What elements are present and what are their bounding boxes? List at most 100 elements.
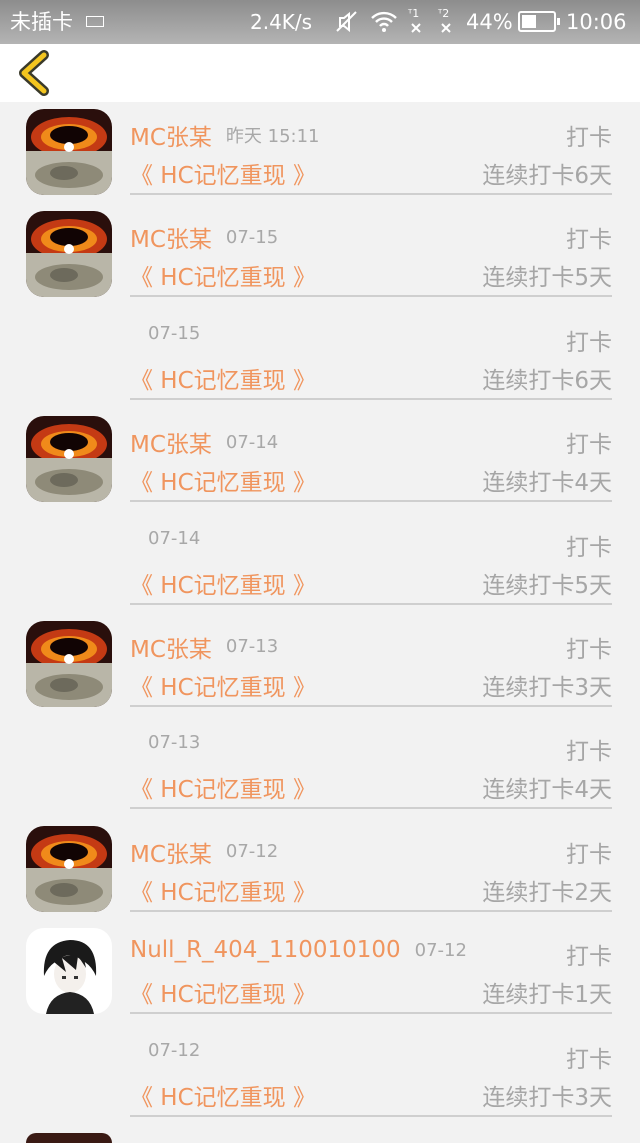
streak-label: 连续打卡6天 bbox=[482, 163, 612, 189]
list-item[interactable]: MC张某 昨天 15:11 打卡《 HC记忆重现 》 连续打卡6天 bbox=[0, 102, 640, 204]
divider bbox=[130, 1012, 612, 1015]
book-title[interactable]: 《 HC记忆重现 》 bbox=[130, 566, 316, 600]
divider bbox=[130, 1114, 612, 1117]
list-item[interactable]: 07-15 打卡《 HC记忆重现 》 连续打卡6天 bbox=[0, 307, 640, 409]
checkin-date: 07-15 bbox=[225, 226, 279, 248]
network-speed: 2.4K/s bbox=[250, 10, 313, 34]
streak-label: 连续打卡5天 bbox=[482, 265, 612, 292]
entry-meta: MC张某 昨天 15:11 bbox=[130, 118, 320, 151]
divider bbox=[130, 500, 612, 503]
entry-meta: MC张某 07-12 bbox=[130, 835, 279, 868]
entry-meta: MC张某 07-14 bbox=[130, 425, 279, 459]
chevron-left-icon bbox=[19, 50, 49, 96]
avatar[interactable] bbox=[26, 620, 112, 707]
entry-meta: 07-12 bbox=[148, 1040, 200, 1072]
list-item[interactable]: 07-12 打卡《 HC记忆重现 》 连续打卡3天 bbox=[0, 1024, 640, 1126]
streak-label: 连续打卡2天 bbox=[482, 879, 612, 906]
book-title[interactable]: 《 HC记忆重现 》 bbox=[130, 770, 316, 804]
checkin-action[interactable]: 打卡 bbox=[566, 425, 612, 459]
checkin-date: 07-13 bbox=[225, 636, 279, 658]
user-name[interactable]: MC张某 bbox=[130, 842, 212, 868]
battery-percent: 44% bbox=[466, 10, 513, 34]
status-bar: 未插卡 2.4K/s ᵀ1 ᵀ2 44% 10:06 bbox=[0, 0, 640, 44]
divider bbox=[130, 807, 612, 810]
list-item[interactable]: MC张某 07-12 打卡《 HC记忆重现 》 连续打卡2天 bbox=[0, 819, 640, 921]
book-title[interactable]: 《 HC记忆重现 》 bbox=[130, 361, 316, 395]
wifi-icon bbox=[370, 9, 398, 42]
book-title[interactable]: 《 HC记忆重现 》 bbox=[130, 258, 316, 292]
avatar[interactable] bbox=[26, 825, 112, 912]
divider bbox=[130, 397, 612, 400]
avatar[interactable] bbox=[26, 211, 112, 298]
avatar[interactable] bbox=[26, 416, 112, 503]
list-item[interactable]: 07-14 打卡《 HC记忆重现 》 连续打卡5天 bbox=[0, 512, 640, 614]
checkin-date: 07-15 bbox=[148, 322, 201, 344]
streak-label: 连续打卡5天 bbox=[482, 572, 612, 599]
avatar-image bbox=[26, 620, 112, 707]
checkin-action[interactable]: 打卡 bbox=[566, 528, 612, 562]
streak-label: 连续打卡4天 bbox=[482, 470, 612, 497]
user-name[interactable]: MC张某 bbox=[130, 227, 212, 253]
sim-card-icon bbox=[86, 16, 104, 27]
entry-meta: MC张某 07-15 bbox=[130, 220, 279, 254]
book-title[interactable]: 《 HC记忆重现 》 bbox=[130, 975, 316, 1009]
book-title[interactable]: 《 HC记忆重现 》 bbox=[130, 873, 316, 907]
nav-bar bbox=[0, 44, 640, 102]
battery-icon bbox=[518, 11, 560, 32]
avatar-image bbox=[26, 416, 112, 503]
streak-label: 连续打卡6天 bbox=[482, 367, 612, 394]
signal-1-icon: ᵀ1 bbox=[406, 6, 430, 45]
divider bbox=[130, 193, 612, 195]
checkin-action[interactable]: 打卡 bbox=[566, 118, 612, 152]
battery-level bbox=[522, 15, 537, 28]
avatar[interactable] bbox=[26, 928, 112, 1015]
book-title[interactable]: 《 HC记忆重现 》 bbox=[130, 463, 316, 497]
mute-icon bbox=[334, 9, 360, 42]
svg-text:ᵀ1: ᵀ1 bbox=[407, 7, 419, 20]
divider bbox=[130, 704, 612, 707]
checkin-date: 07-12 bbox=[414, 939, 467, 961]
streak-label: 连续打卡3天 bbox=[482, 674, 612, 701]
checkin-date: 07-12 bbox=[148, 1039, 201, 1061]
book-title[interactable]: 《 HC记忆重现 》 bbox=[130, 1078, 316, 1112]
clock: 10:06 bbox=[566, 10, 627, 34]
checkin-action[interactable]: 打卡 bbox=[566, 630, 612, 664]
user-name[interactable]: MC张某 bbox=[130, 637, 212, 663]
avatar-image bbox=[26, 211, 112, 298]
entry-meta: 07-14 bbox=[148, 528, 200, 560]
user-name[interactable]: Null_R_404_110010100 bbox=[130, 937, 401, 963]
checkin-action[interactable]: 打卡 bbox=[566, 835, 612, 869]
checkin-date: 07-14 bbox=[225, 431, 279, 453]
streak-label: 连续打卡3天 bbox=[482, 1084, 612, 1111]
checkin-date: 07-13 bbox=[148, 732, 201, 754]
streak-label: 连续打卡1天 bbox=[482, 982, 612, 1009]
divider bbox=[130, 909, 612, 912]
entry-meta: Null_R_404_110010100 07-12 bbox=[130, 937, 467, 969]
list-item[interactable]: Null_R_404_110010100 07-12 打卡《 HC记忆重现 》 连续打… bbox=[0, 921, 640, 1023]
signal-2-icon: ᵀ2 bbox=[436, 6, 460, 45]
checkin-action[interactable]: 打卡 bbox=[566, 323, 612, 357]
checkin-action[interactable]: 打卡 bbox=[566, 1040, 612, 1074]
checkin-date: 昨天 15:11 bbox=[225, 126, 320, 147]
checkin-action[interactable]: 打卡 bbox=[566, 732, 612, 766]
user-name[interactable]: MC张某 bbox=[130, 125, 212, 151]
divider bbox=[130, 295, 612, 298]
back-button[interactable] bbox=[14, 50, 58, 96]
list-item[interactable]: MC张某 07-13 打卡《 HC记忆重现 》 连续打卡3天 bbox=[0, 614, 640, 716]
user-name[interactable]: MC张某 bbox=[130, 432, 212, 458]
checkin-date: 07-14 bbox=[148, 527, 201, 549]
checkin-list[interactable]: MC张某 昨天 15:11 打卡《 HC记忆重现 》连续打卡6天 MC张某 07-15 打… bbox=[0, 102, 640, 1126]
sim-status: 未插卡 bbox=[10, 10, 73, 34]
book-title[interactable]: 《 HC记忆重现 》 bbox=[130, 156, 316, 190]
divider bbox=[130, 602, 612, 605]
list-item[interactable]: 07-13 打卡《 HC记忆重现 》 连续打卡4天 bbox=[0, 716, 640, 818]
checkin-action[interactable]: 打卡 bbox=[566, 937, 612, 971]
list-item[interactable]: MC张某 07-15 打卡《 HC记忆重现 》 连续打卡5天 bbox=[0, 204, 640, 306]
checkin-action[interactable]: 打卡 bbox=[566, 220, 612, 254]
avatar bbox=[26, 1133, 112, 1143]
checkin-date: 07-12 bbox=[225, 841, 279, 863]
book-title[interactable]: 《 HC记忆重现 》 bbox=[130, 668, 316, 702]
entry-meta: MC张某 07-13 bbox=[130, 630, 279, 663]
avatar[interactable] bbox=[26, 109, 112, 195]
list-item[interactable]: MC张某 07-14 打卡《 HC记忆重现 》 连续打卡4天 bbox=[0, 409, 640, 511]
